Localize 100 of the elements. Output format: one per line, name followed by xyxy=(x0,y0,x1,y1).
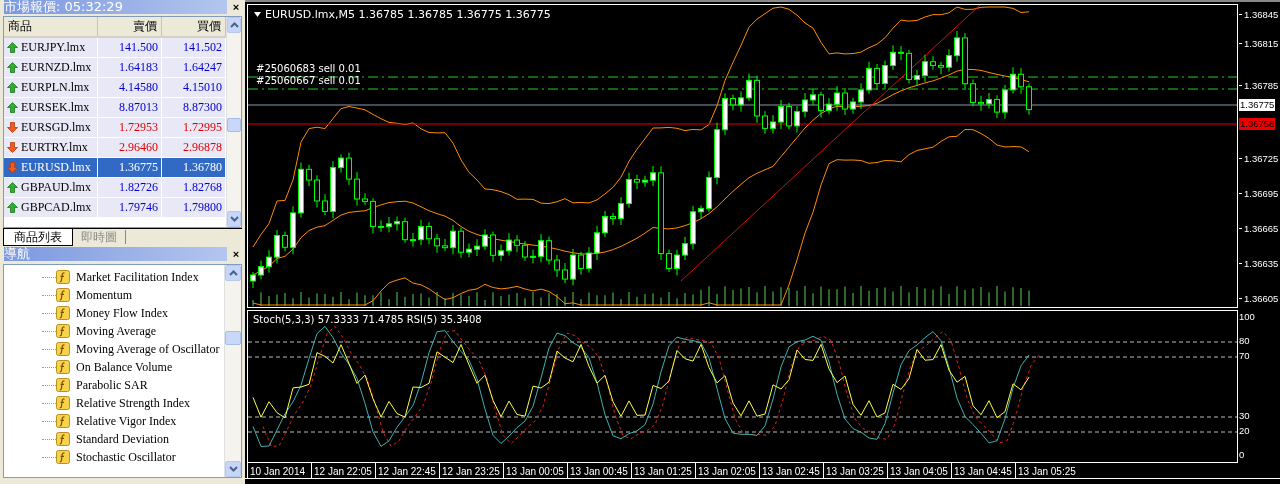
quote-row[interactable]: GBPCAD.lmx 1.79746 1.79800 xyxy=(4,198,226,218)
function-icon xyxy=(56,396,70,410)
candlestick xyxy=(346,152,352,186)
indicator-item[interactable]: Relative Vigor Index xyxy=(76,413,177,429)
caret-down-icon xyxy=(228,466,238,472)
price-label: 1.36815 xyxy=(1244,38,1279,49)
level-label: 80 xyxy=(1239,335,1250,346)
candlestick xyxy=(610,212,616,226)
column-header[interactable]: 賣價 xyxy=(98,17,162,36)
chart-header: EURUSD.lmx,M5 1.36785 1.36785 1.36775 1.36775 xyxy=(265,8,551,21)
level-label: 30 xyxy=(1239,410,1250,421)
panel-tab[interactable]: 商品列表 xyxy=(3,229,73,246)
candlestick xyxy=(594,225,600,261)
candlestick xyxy=(322,193,328,216)
candlestick xyxy=(282,231,288,252)
indicator-item[interactable]: Moving Average of Oscillator xyxy=(76,341,220,357)
close-button[interactable]: × xyxy=(227,247,245,261)
close-button[interactable]: × xyxy=(227,0,245,14)
candlestick xyxy=(994,94,1000,119)
candlestick xyxy=(266,249,272,274)
indicator-item[interactable]: Stochastic Oscillator xyxy=(76,449,176,465)
candlestick xyxy=(650,165,656,187)
scroll-down-button[interactable] xyxy=(225,461,241,477)
panel-title: 導航 xyxy=(4,247,30,261)
indicator-item[interactable]: Standard Deviation xyxy=(76,431,169,447)
indicator-item[interactable]: On Balance Volume xyxy=(76,359,173,375)
indicator-item[interactable]: Market Facilitation Index xyxy=(76,269,199,285)
quote-row[interactable]: EURPLN.lmx 4.14580 4.15010 xyxy=(4,78,226,98)
candlestick xyxy=(306,164,312,187)
candlestick xyxy=(450,224,456,255)
price-label: 1.36695 xyxy=(1244,188,1279,199)
scrollbar[interactable] xyxy=(224,265,241,477)
bid-price: 4.14580 xyxy=(98,78,162,97)
scroll-up-button[interactable] xyxy=(227,17,241,33)
quote-row[interactable]: EURUSD.lmx 1.36775 1.36780 xyxy=(4,158,226,178)
bid-price: 1.64183 xyxy=(98,58,162,77)
price-label: 1.36665 xyxy=(1244,223,1279,234)
scroll-thumb[interactable] xyxy=(227,118,241,132)
candlestick xyxy=(906,49,912,85)
arrow-down-icon xyxy=(7,122,18,133)
candlestick xyxy=(962,32,968,91)
candlestick xyxy=(434,233,440,254)
bid-price: 8.87013 xyxy=(98,98,162,117)
indicator-item[interactable]: Momentum xyxy=(76,287,132,303)
symbol-name: GBPCAD.lmx xyxy=(21,199,92,216)
quote-row[interactable]: EURSGD.lmx 1.72953 1.72995 xyxy=(4,118,226,138)
candlestick xyxy=(538,233,544,263)
scroll-up-button[interactable] xyxy=(225,265,241,281)
candlestick xyxy=(882,60,888,91)
candlestick xyxy=(746,73,752,102)
scroll-thumb[interactable] xyxy=(225,331,241,345)
candlestick xyxy=(874,63,880,91)
candlestick xyxy=(394,216,400,232)
arrow-up-icon xyxy=(7,82,18,93)
caret-up-icon xyxy=(229,22,239,28)
symbol-name: EURSEK.lmx xyxy=(21,99,90,116)
order-label: #25060683 sell 0.01 xyxy=(256,63,361,74)
function-icon xyxy=(56,288,70,302)
candlestick xyxy=(274,229,280,264)
candlestick xyxy=(778,99,784,130)
candlestick xyxy=(386,216,392,233)
candlestick xyxy=(290,205,296,255)
candlestick xyxy=(354,171,360,207)
quote-row[interactable]: EURTRY.lmx 2.96460 2.96878 xyxy=(4,138,226,158)
candlestick xyxy=(770,114,776,135)
column-header[interactable]: 商品 xyxy=(4,17,98,36)
quote-row[interactable]: EURNZD.lmx 1.64183 1.64247 xyxy=(4,58,226,78)
indicator-header: Stoch(5,3,3) 57.3333 71.4785 RSI(5) 35.3408 xyxy=(253,314,482,325)
candlestick xyxy=(458,227,464,259)
candlestick xyxy=(938,61,944,75)
indicator-item[interactable]: Moving Average xyxy=(76,323,157,339)
indicator-item[interactable]: Money Flow Index xyxy=(76,305,168,321)
scrollbar[interactable] xyxy=(226,17,241,227)
candlestick xyxy=(834,85,840,112)
arrow-up-icon xyxy=(7,182,18,193)
candlestick xyxy=(338,153,344,173)
scroll-down-button[interactable] xyxy=(227,211,241,227)
function-icon xyxy=(56,432,70,446)
candlestick xyxy=(330,160,336,219)
indicator-item[interactable]: Relative Strength Index xyxy=(76,395,190,411)
level-label: 0 xyxy=(1239,449,1245,460)
candlestick xyxy=(258,260,264,280)
arrow-down-icon xyxy=(7,142,18,153)
indicator-item[interactable]: Parabolic SAR xyxy=(76,377,148,393)
quote-row[interactable]: EURJPY.lmx 141.500 141.502 xyxy=(4,38,226,58)
candlestick xyxy=(850,97,856,115)
candlestick xyxy=(754,75,760,124)
function-icon xyxy=(56,360,70,374)
caret-down-icon xyxy=(254,12,261,17)
candlestick xyxy=(762,110,768,135)
candlestick xyxy=(946,48,952,73)
candlestick xyxy=(858,82,864,110)
quote-row[interactable]: GBPAUD.lmx 1.82726 1.82768 xyxy=(4,178,226,198)
candlestick xyxy=(826,97,832,115)
price-label: 1.36635 xyxy=(1244,258,1279,269)
candlestick xyxy=(466,243,472,258)
symbol-name: EURSGD.lmx xyxy=(21,119,91,136)
candlestick xyxy=(690,205,696,250)
quote-row[interactable]: EURSEK.lmx 8.87013 8.87300 xyxy=(4,98,226,118)
candlestick xyxy=(418,219,424,246)
